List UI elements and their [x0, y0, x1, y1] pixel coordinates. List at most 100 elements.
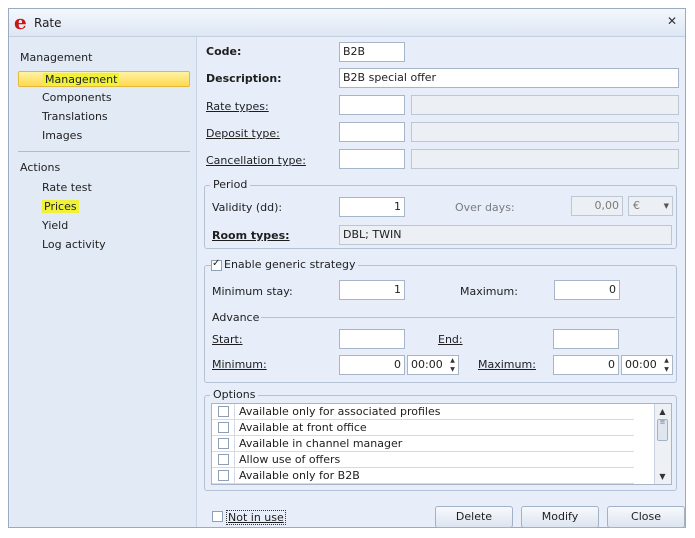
delete-button[interactable]: Delete	[435, 506, 513, 528]
sidebar-item-yield[interactable]: Yield	[18, 218, 190, 234]
end-link[interactable]: End:	[438, 333, 463, 346]
sidebar-item-management[interactable]: Management	[18, 71, 190, 87]
option-label: Allow use of offers	[239, 453, 341, 466]
validity-field[interactable]: 1	[339, 197, 405, 217]
list-item[interactable]: Available in channel manager	[212, 436, 634, 452]
start-link[interactable]: Start:	[212, 333, 243, 346]
validity-label: Validity (dd):	[212, 201, 283, 214]
description-field[interactable]: B2B special offer	[339, 68, 679, 88]
title-bar: e Rate ✕	[9, 9, 685, 37]
sidebar-item-images[interactable]: Images	[18, 128, 190, 144]
list-item[interactable]: Available only for associated profiles	[212, 404, 634, 420]
sidebar-item-label: Prices	[42, 200, 79, 213]
close-button[interactable]: Close	[607, 506, 685, 528]
option-checkbox[interactable]	[218, 454, 229, 465]
cancellation-type-code-field[interactable]	[339, 149, 405, 169]
over-days-label: Over days:	[455, 201, 515, 214]
sidebar-item-prices[interactable]: Prices	[18, 199, 190, 215]
options-scrollbar[interactable]: ▲ ≡ ▼	[654, 404, 671, 484]
option-label: Available only for B2B	[239, 469, 360, 482]
maximum-advance-field[interactable]: 0	[553, 355, 619, 375]
column-divider	[234, 468, 235, 484]
period-group-title: Period	[210, 178, 251, 191]
option-checkbox[interactable]	[218, 438, 229, 449]
rate-window: e Rate ✕ Management Management Component…	[8, 8, 686, 528]
sidebar-item-components[interactable]: Components	[18, 90, 190, 106]
sidebar-item-label: Yield	[42, 219, 69, 232]
advance-divider	[261, 317, 675, 318]
time-spinner-icon[interactable]: ▲ ▼	[447, 356, 458, 374]
maximum-time-field[interactable]: 00:00 ▲ ▼	[621, 355, 673, 375]
main-panel: Code: B2B Description: B2B special offer…	[197, 37, 685, 528]
maximum-stay-field[interactable]: 0	[554, 280, 620, 300]
deposit-type-code-field[interactable]	[339, 122, 405, 142]
minimum-time-field[interactable]: 00:00 ▲ ▼	[407, 355, 459, 375]
option-checkbox[interactable]	[218, 470, 229, 481]
minimum-advance-field[interactable]: 0	[339, 355, 405, 375]
minimum-time-value: 00:00	[411, 358, 443, 371]
enable-generic-strategy-label: Enable generic strategy	[222, 258, 359, 271]
option-checkbox[interactable]	[218, 422, 229, 433]
rate-types-code-field[interactable]	[339, 95, 405, 115]
rate-types-name-field	[411, 95, 679, 115]
cancellation-type-name-field	[411, 149, 679, 169]
option-checkbox[interactable]	[218, 406, 229, 417]
sidebar-item-label: Images	[42, 129, 83, 142]
not-in-use-label[interactable]: Not in use	[226, 510, 286, 525]
close-icon[interactable]: ✕	[665, 14, 679, 28]
maximum-advance-link[interactable]: Maximum:	[478, 358, 536, 371]
room-types-field: DBL; TWIN	[339, 225, 672, 245]
end-field[interactable]	[553, 329, 619, 349]
scrollbar-thumb[interactable]: ≡	[657, 419, 668, 441]
code-label: Code:	[206, 45, 242, 58]
maximum-stay-label: Maximum:	[460, 285, 518, 298]
sidebar: Management Management Components Transla…	[10, 37, 197, 527]
code-field[interactable]: B2B	[339, 42, 405, 62]
rate-types-link[interactable]: Rate types:	[206, 100, 269, 113]
list-item[interactable]: Available only for B2B	[212, 468, 634, 484]
start-field[interactable]	[339, 329, 405, 349]
sidebar-item-rate-test[interactable]: Rate test	[18, 180, 190, 196]
enable-generic-strategy-checkbox[interactable]	[211, 258, 222, 271]
app-logo-icon: e	[14, 10, 27, 34]
scroll-up-icon[interactable]: ▲	[656, 405, 669, 418]
options-group-title: Options	[210, 388, 259, 401]
list-item[interactable]: Available at front office	[212, 420, 634, 436]
minimum-stay-field[interactable]: 1	[339, 280, 405, 300]
time-spinner-icon[interactable]: ▲ ▼	[661, 356, 672, 374]
deposit-type-name-field	[411, 122, 679, 142]
option-label: Available only for associated profiles	[239, 405, 441, 418]
sidebar-item-label: Components	[42, 91, 112, 104]
list-item[interactable]: Allow use of offers	[212, 452, 634, 468]
sidebar-divider	[18, 151, 190, 152]
sidebar-item-label: Log activity	[42, 238, 106, 251]
cancellation-type-link[interactable]: Cancellation type:	[206, 154, 306, 167]
minimum-advance-link[interactable]: Minimum:	[212, 358, 267, 371]
column-divider	[234, 404, 235, 420]
deposit-type-link[interactable]: Deposit type:	[206, 127, 280, 140]
options-list[interactable]: Available only for associated profiles A…	[211, 403, 672, 485]
sidebar-item-log-activity[interactable]: Log activity	[18, 237, 190, 253]
column-divider	[234, 436, 235, 452]
column-divider	[234, 420, 235, 436]
currency-value: €	[633, 199, 640, 212]
window-title: Rate	[34, 16, 62, 30]
over-days-field: 0,00	[571, 196, 623, 216]
not-in-use-checkbox[interactable]	[212, 511, 223, 522]
sidebar-header-management: Management	[20, 51, 93, 64]
maximum-time-value: 00:00	[625, 358, 657, 371]
sidebar-item-label: Management	[43, 73, 120, 86]
option-label: Available in channel manager	[239, 437, 403, 450]
advance-section-title: Advance	[212, 311, 260, 324]
sidebar-item-translations[interactable]: Translations	[18, 109, 190, 125]
description-label: Description:	[206, 72, 282, 85]
sidebar-item-label: Rate test	[42, 181, 92, 194]
currency-dropdown: € ▼	[628, 196, 673, 216]
room-types-link[interactable]: Room types:	[212, 229, 290, 242]
option-label: Available at front office	[239, 421, 367, 434]
minimum-stay-label: Minimum stay:	[212, 285, 293, 298]
modify-button[interactable]: Modify	[521, 506, 599, 528]
scroll-down-icon[interactable]: ▼	[656, 470, 669, 483]
sidebar-header-actions: Actions	[20, 161, 61, 174]
chevron-down-icon: ▼	[663, 202, 669, 210]
